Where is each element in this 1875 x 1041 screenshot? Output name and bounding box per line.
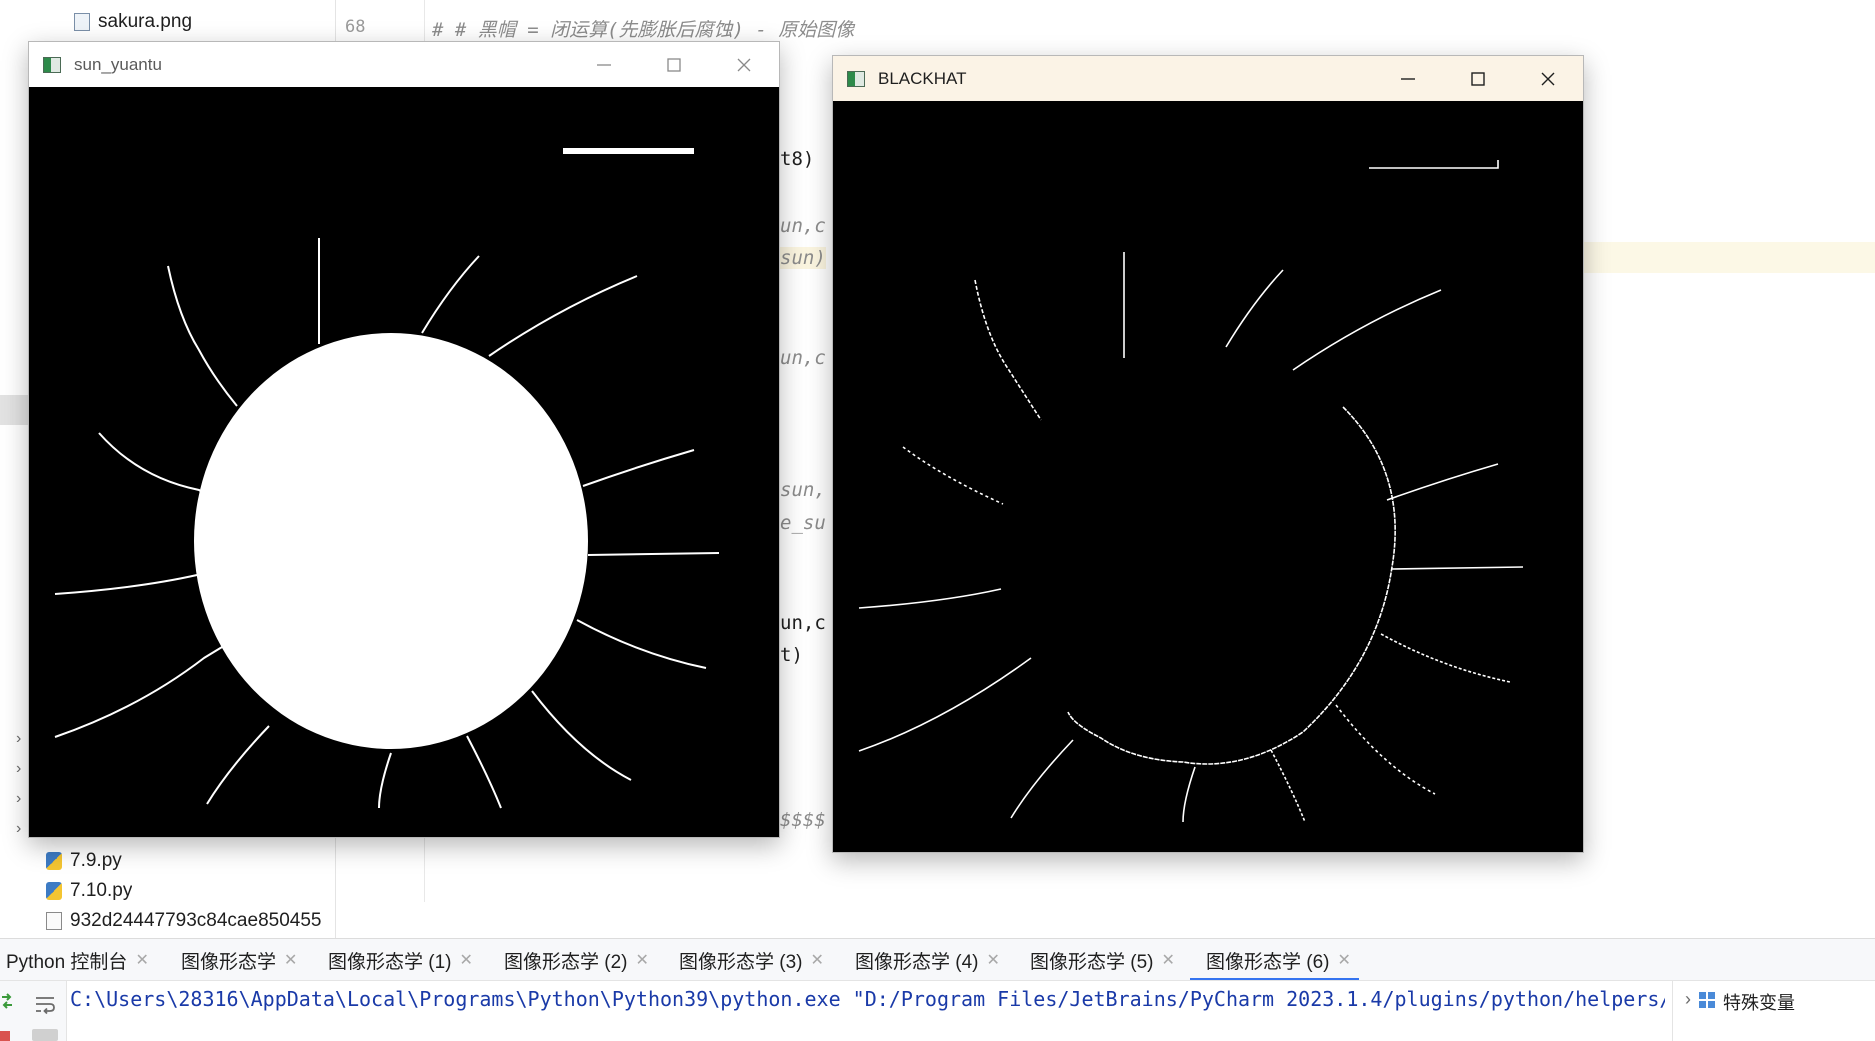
tab-morphology-3[interactable]: 图像形态学 (3) ✕ bbox=[679, 939, 824, 981]
chevron-right-icon[interactable]: › bbox=[16, 730, 21, 748]
close-button[interactable] bbox=[709, 42, 779, 87]
tab-label: 图像形态学 (5) bbox=[1030, 951, 1154, 973]
tab-label: 图像形态学 (2) bbox=[504, 951, 628, 973]
window-title: BLACKHAT bbox=[878, 68, 967, 88]
variables-panel[interactable]: › 特殊变量 bbox=[1672, 981, 1875, 1041]
chevron-right-icon[interactable]: › bbox=[16, 760, 21, 778]
rerun-icon[interactable] bbox=[0, 993, 14, 1009]
minimize-button[interactable] bbox=[569, 42, 639, 87]
tree-item-label: sakura.png bbox=[98, 11, 193, 32]
window-title: sun_yuantu bbox=[74, 54, 162, 74]
tab-morphology-1[interactable]: 图像形态学 (1) ✕ bbox=[328, 939, 473, 981]
soft-wrap-icon[interactable] bbox=[34, 995, 56, 1015]
close-icon[interactable]: ✕ bbox=[460, 950, 473, 970]
code-comment: # # 黑帽 = 闭运算(先膨胀后腐蚀) - 原始图像 bbox=[432, 19, 855, 41]
chevron-right-icon[interactable]: › bbox=[1685, 989, 1691, 1010]
variables-label: 特殊变量 bbox=[1723, 993, 1795, 1013]
opencv-window-icon bbox=[43, 56, 61, 73]
tab-morphology[interactable]: 图像形态学 ✕ bbox=[181, 939, 297, 981]
window-titlebar[interactable]: BLACKHAT bbox=[833, 56, 1583, 101]
python-file-icon bbox=[46, 882, 62, 900]
tab-label: 图像形态学 (3) bbox=[679, 951, 803, 973]
close-icon[interactable]: ✕ bbox=[284, 950, 297, 970]
tree-item-label: 7.9.py bbox=[70, 850, 122, 871]
close-icon[interactable]: ✕ bbox=[1338, 950, 1351, 970]
opencv-window-icon bbox=[847, 70, 865, 87]
maximize-button[interactable] bbox=[1443, 56, 1513, 101]
tab-label: 图像形态学 (4) bbox=[855, 951, 979, 973]
tab-label: 图像形态学 (1) bbox=[328, 951, 452, 973]
current-line-highlight bbox=[1580, 242, 1875, 273]
tree-item-sakura-png[interactable]: sakura.png bbox=[74, 9, 192, 35]
image-window-sun-yuantu[interactable]: sun_yuantu bbox=[28, 41, 780, 838]
image-canvas bbox=[29, 88, 779, 837]
minimize-button[interactable] bbox=[1373, 56, 1443, 101]
collapse-icon[interactable] bbox=[32, 1029, 58, 1041]
tab-morphology-6[interactable]: 图像形态学 (6) ✕ bbox=[1190, 939, 1359, 981]
close-icon[interactable]: ✕ bbox=[987, 950, 1000, 970]
maximize-button[interactable] bbox=[639, 42, 709, 87]
maximize-icon bbox=[1471, 71, 1485, 86]
close-icon bbox=[737, 58, 751, 71]
chevron-right-icon[interactable]: › bbox=[16, 820, 21, 838]
tree-item-label: 932d24447793c84cae850455 bbox=[70, 910, 322, 931]
close-icon bbox=[1541, 72, 1555, 85]
code-fragment: un,c bbox=[780, 347, 826, 369]
python-file-icon bbox=[46, 852, 62, 870]
close-icon[interactable]: ✕ bbox=[636, 950, 649, 970]
tab-label: 图像形态学 (6) bbox=[1206, 951, 1330, 973]
minimize-icon bbox=[1401, 77, 1415, 80]
tab-morphology-4[interactable]: 图像形态学 (4) ✕ bbox=[855, 939, 1000, 981]
chevron-right-icon[interactable]: › bbox=[16, 790, 21, 808]
close-icon[interactable]: ✕ bbox=[1162, 950, 1175, 970]
code-fragment: $$$$ bbox=[780, 809, 826, 831]
variables-grid-icon bbox=[1699, 992, 1715, 1008]
code-fragment: un,c bbox=[780, 612, 826, 634]
code-fragment: t8) bbox=[780, 148, 815, 170]
tab-morphology-5[interactable]: 图像形态学 (5) ✕ bbox=[1030, 939, 1175, 981]
tree-item-7-10-py[interactable]: 7.10.py bbox=[46, 878, 132, 904]
line-number: 68 bbox=[345, 17, 366, 37]
tab-label: Python 控制台 bbox=[6, 951, 128, 973]
code-fragment: sun) bbox=[780, 247, 826, 269]
tree-item-label: 7.10.py bbox=[70, 880, 133, 901]
tab-morphology-2[interactable]: 图像形态学 (2) ✕ bbox=[504, 939, 649, 981]
tree-item-hash-file[interactable]: 932d24447793c84cae850455 bbox=[46, 908, 335, 934]
close-icon[interactable]: ✕ bbox=[135, 950, 148, 970]
close-icon[interactable]: ✕ bbox=[811, 950, 824, 970]
code-fragment: t) bbox=[780, 644, 803, 666]
minimize-icon bbox=[597, 63, 611, 66]
file-icon bbox=[46, 912, 62, 930]
tree-item-7-9-py[interactable]: 7.9.py bbox=[46, 848, 122, 874]
code-fragment: un,c bbox=[780, 215, 826, 237]
tab-label: 图像形态学 bbox=[181, 951, 277, 973]
image-window-blackhat[interactable]: BLACKHAT bbox=[832, 55, 1584, 853]
image-file-icon bbox=[74, 13, 90, 31]
selected-tree-row bbox=[0, 395, 30, 425]
window-titlebar[interactable]: sun_yuantu bbox=[29, 42, 779, 87]
tab-python-console[interactable]: Python 控制台 ✕ bbox=[6, 939, 149, 981]
tool-window-tabbar: Python 控制台 ✕ 图像形态学 ✕ 图像形态学 (1) ✕ 图像形态学 (2) ✕… bbox=[0, 938, 1875, 981]
close-button[interactable] bbox=[1513, 56, 1583, 101]
code-fragment: e_su bbox=[780, 512, 826, 534]
maximize-icon bbox=[667, 57, 681, 72]
console-panel[interactable]: C:\Users\28316\AppData\Local\Programs\Py… bbox=[0, 980, 1875, 1041]
console-toolbar bbox=[0, 981, 67, 1041]
code-fragment: sun, bbox=[780, 479, 826, 501]
image-canvas bbox=[833, 102, 1583, 852]
console-command-line: C:\Users\28316\AppData\Local\Programs\Py… bbox=[70, 987, 1665, 1011]
